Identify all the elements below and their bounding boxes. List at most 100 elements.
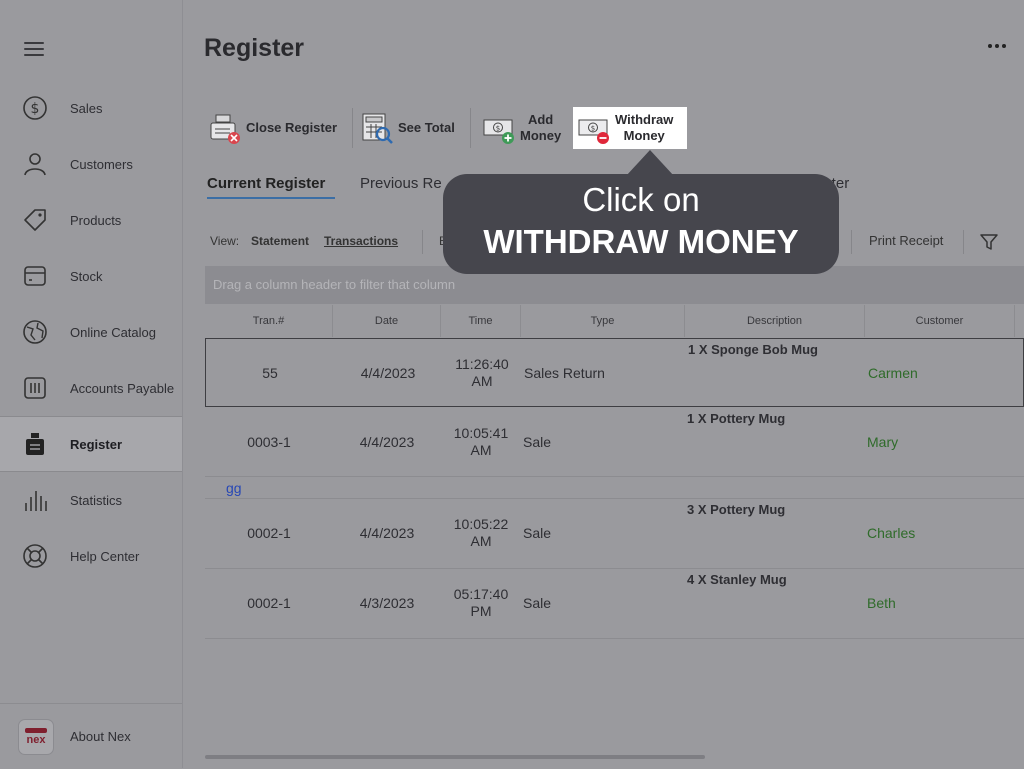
date-cell: 4/4/2023 [359, 434, 415, 450]
more-options-icon[interactable] [988, 44, 1012, 52]
customer-cell: Carmen [868, 365, 918, 381]
sidebar-item-label: Help Center [70, 548, 140, 564]
withdraw-money-label: Withdraw Money [615, 112, 673, 144]
description-cell: 1 X Sponge Bob Mug [688, 342, 818, 357]
sidebar-item-online-catalog[interactable]: Online Catalog [0, 304, 182, 360]
column-header-tran[interactable]: Tran.# [205, 305, 333, 337]
sidebar: $ Sales Customers Products Stock Online … [0, 0, 183, 768]
time-ampm: AM [471, 373, 493, 389]
filter-icon[interactable] [979, 233, 999, 251]
see-total-label: See Total [398, 120, 455, 135]
globe-icon [21, 318, 49, 346]
tooltip-line2: WITHDRAW MONEY [483, 223, 799, 260]
withdraw-money-label-line2: Money [623, 128, 665, 143]
date-cell: 4/4/2023 [359, 525, 415, 541]
time-cell: 10:05:41 AM [441, 425, 521, 459]
person-icon [21, 150, 49, 178]
date-cell: 4/3/2023 [359, 595, 415, 611]
svg-text:$: $ [31, 101, 40, 117]
table-row[interactable]: 55 4/4/2023 11:26:40 AM Sales Return 1 X … [205, 338, 1024, 407]
invoice-icon [21, 374, 49, 402]
add-money-icon: $ [482, 111, 516, 145]
time-ampm: AM [470, 533, 492, 549]
group-label-link[interactable]: gg [226, 480, 242, 496]
bar-chart-icon [21, 486, 49, 514]
description-cell: 4 X Stanley Mug [687, 572, 787, 587]
sidebar-item-customers[interactable]: Customers [0, 136, 182, 192]
sidebar-item-label: Customers [70, 156, 133, 172]
withdraw-money-icon: $ [577, 111, 611, 145]
about-label: About Nex [70, 729, 131, 744]
customer-cell: Beth [867, 595, 896, 611]
sidebar-item-label: Statistics [70, 492, 123, 508]
svg-text:$: $ [496, 125, 500, 133]
time-value: 10:05:41 [453, 425, 509, 441]
menu-icon[interactable] [24, 42, 44, 58]
add-money-label-line2: Money [520, 128, 562, 143]
withdraw-money-button[interactable]: $ Withdraw Money [573, 107, 687, 149]
tooltip-line1: Click on [582, 181, 700, 218]
time-cell: 11:26:40 AM [442, 356, 522, 390]
withdraw-money-label-line1: Withdraw [615, 112, 674, 127]
time-cell: 10:05:22 AM [441, 516, 521, 550]
view-transactions-toggle[interactable]: Transactions [324, 234, 398, 248]
lifebuoy-icon [21, 542, 49, 570]
box-icon [21, 262, 49, 290]
time-ampm: PM [470, 603, 492, 619]
sidebar-item-products[interactable]: Products [0, 192, 182, 248]
column-header-date[interactable]: Date [333, 305, 441, 337]
sidebar-item-register[interactable]: Register [0, 416, 182, 472]
close-register-icon [208, 111, 242, 145]
sidebar-item-accounts-payable[interactable]: Accounts Payable [0, 360, 182, 416]
add-money-button[interactable]: $ Add Money [482, 106, 561, 150]
tab-previous-register[interactable]: Previous Re [360, 175, 442, 192]
sidebar-item-label: Products [70, 212, 122, 228]
tab-current-register[interactable]: Current Register [207, 175, 325, 192]
sidebar-item-label: Stock [70, 268, 103, 284]
time-ampm: AM [470, 442, 492, 458]
sidebar-item-label: Online Catalog [70, 324, 156, 340]
sidebar-item-statistics[interactable]: Statistics [0, 472, 182, 528]
grid-header: Tran.# Date Time Type Description Custom… [205, 305, 1024, 337]
add-money-label-line1: Add [527, 112, 554, 127]
calculator-search-icon [360, 111, 394, 145]
date-cell: 4/4/2023 [360, 365, 416, 381]
page-title: Register [204, 34, 305, 62]
view-statement-toggle[interactable]: Statement [251, 234, 309, 248]
cash-register-icon [21, 430, 49, 458]
print-receipt-button[interactable]: Print Receipt [869, 233, 943, 248]
close-register-label: Close Register [246, 120, 338, 135]
sidebar-item-label: Sales [70, 100, 103, 116]
tutorial-tooltip: Click on WITHDRAW MONEY [443, 150, 839, 274]
sidebar-item-stock[interactable]: Stock [0, 248, 182, 304]
tab-underline [207, 197, 335, 199]
sidebar-item-help-center[interactable]: Help Center [0, 528, 182, 584]
sidebar-item-sales[interactable]: $ Sales [0, 80, 182, 136]
tran-cell: 0002-1 [247, 595, 291, 611]
about-nex-button[interactable]: nex About Nex [0, 703, 182, 769]
column-header-time[interactable]: Time [441, 305, 521, 337]
time-value: 10:05:22 [453, 516, 509, 532]
type-cell: Sale [523, 434, 552, 450]
column-header-type[interactable]: Type [521, 305, 685, 337]
tran-cell: 0002-1 [247, 525, 291, 541]
description-cell: 3 X Pottery Mug [687, 502, 786, 517]
tran-cell: 0003-1 [247, 434, 291, 450]
sidebar-item-label: Accounts Payable [70, 380, 175, 396]
table-row[interactable]: 0003-1 4/4/2023 10:05:41 AM Sale 1 X Pott… [205, 407, 1024, 477]
time-cell: 05:17:40 PM [441, 586, 521, 620]
view-label: View: [210, 234, 240, 248]
type-cell: Sale [523, 525, 552, 541]
type-cell: Sales Return [524, 365, 605, 381]
table-row[interactable]: 0002-1 4/4/2023 10:05:22 AM Sale 3 X Pott… [205, 499, 1024, 569]
column-header-description[interactable]: Description [685, 305, 865, 337]
see-total-button[interactable]: See Total [360, 106, 455, 150]
time-value: 11:26:40 [455, 356, 509, 372]
table-row[interactable]: 0002-1 4/3/2023 05:17:40 PM Sale 4 X Stan… [205, 569, 1024, 639]
column-header-customer[interactable]: Customer [865, 305, 1015, 337]
horizontal-scrollbar[interactable] [205, 755, 705, 759]
description-cell: 1 X Pottery Mug [687, 411, 786, 426]
tran-cell: 55 [262, 365, 278, 381]
close-register-button[interactable]: Close Register [208, 106, 337, 150]
time-value: 05:17:40 [453, 586, 509, 602]
